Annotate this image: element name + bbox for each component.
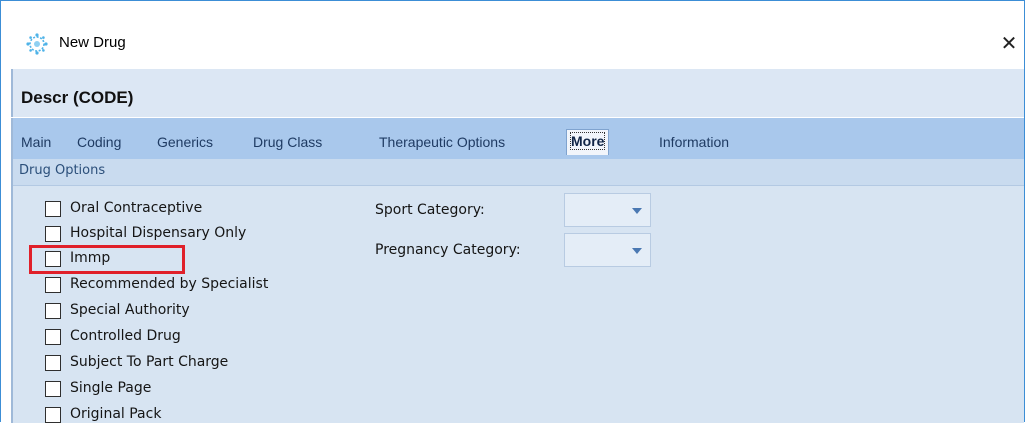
- checkbox[interactable]: [45, 251, 61, 267]
- checkbox[interactable]: [45, 277, 61, 293]
- checkbox-label: Special Authority: [70, 302, 190, 318]
- tab-generics[interactable]: Generics: [157, 134, 213, 150]
- tab-therapeutic-options[interactable]: Therapeutic Options: [379, 134, 505, 150]
- checkbox-label: Recommended by Specialist: [70, 276, 269, 292]
- checkbox[interactable]: [45, 226, 61, 242]
- chevron-down-icon: [632, 208, 642, 214]
- pregnancy-category-label: Pregnancy Category:: [375, 242, 521, 258]
- tab-strip: Main Coding Generics Drug Class Therapeu…: [11, 118, 1024, 159]
- new-drug-window: New Drug ✕ Descr (CODE) Main Coding Gene…: [0, 0, 1025, 423]
- checkbox-label: Subject To Part Charge: [70, 354, 229, 370]
- group-title: Drug Options: [19, 163, 106, 178]
- close-button[interactable]: ✕: [996, 29, 1022, 57]
- checkbox[interactable]: [45, 355, 61, 371]
- tab-coding[interactable]: Coding: [77, 134, 121, 150]
- checkbox-label: Original Pack: [70, 406, 162, 422]
- tab-main[interactable]: Main: [21, 134, 51, 150]
- checkbox[interactable]: [45, 201, 61, 217]
- close-icon: ✕: [1000, 31, 1018, 55]
- drug-options-panel: Drug Options Oral Contraceptive Hospital…: [11, 159, 1024, 423]
- checkbox[interactable]: [45, 381, 61, 397]
- checkbox-label: Immp: [70, 250, 111, 266]
- title-bar: New Drug ✕: [1, 1, 1024, 69]
- checkbox-label: Hospital Dispensary Only: [70, 225, 247, 241]
- pregnancy-category-dropdown[interactable]: [564, 233, 651, 267]
- sport-category-label: Sport Category:: [375, 202, 485, 218]
- sport-category-dropdown[interactable]: [564, 193, 651, 227]
- tab-drug-class[interactable]: Drug Class: [253, 134, 322, 150]
- tab-more[interactable]: More: [566, 129, 610, 155]
- record-header: Descr (CODE): [11, 69, 1024, 117]
- tab-more-label: More: [569, 132, 606, 150]
- checkbox-label: Controlled Drug: [70, 328, 181, 344]
- checkbox[interactable]: [45, 329, 61, 345]
- checkbox-label: Single Page: [70, 380, 152, 396]
- record-title: Descr (CODE): [21, 88, 134, 107]
- checkbox[interactable]: [45, 407, 61, 423]
- window-title: New Drug: [59, 34, 126, 51]
- checkbox[interactable]: [45, 303, 61, 319]
- gear-sparkle-icon: [26, 33, 48, 55]
- tab-information[interactable]: Information: [659, 134, 729, 150]
- checkbox-label: Oral Contraceptive: [70, 200, 203, 216]
- chevron-down-icon: [632, 248, 642, 254]
- drug-options-group-header: Drug Options: [13, 159, 1024, 186]
